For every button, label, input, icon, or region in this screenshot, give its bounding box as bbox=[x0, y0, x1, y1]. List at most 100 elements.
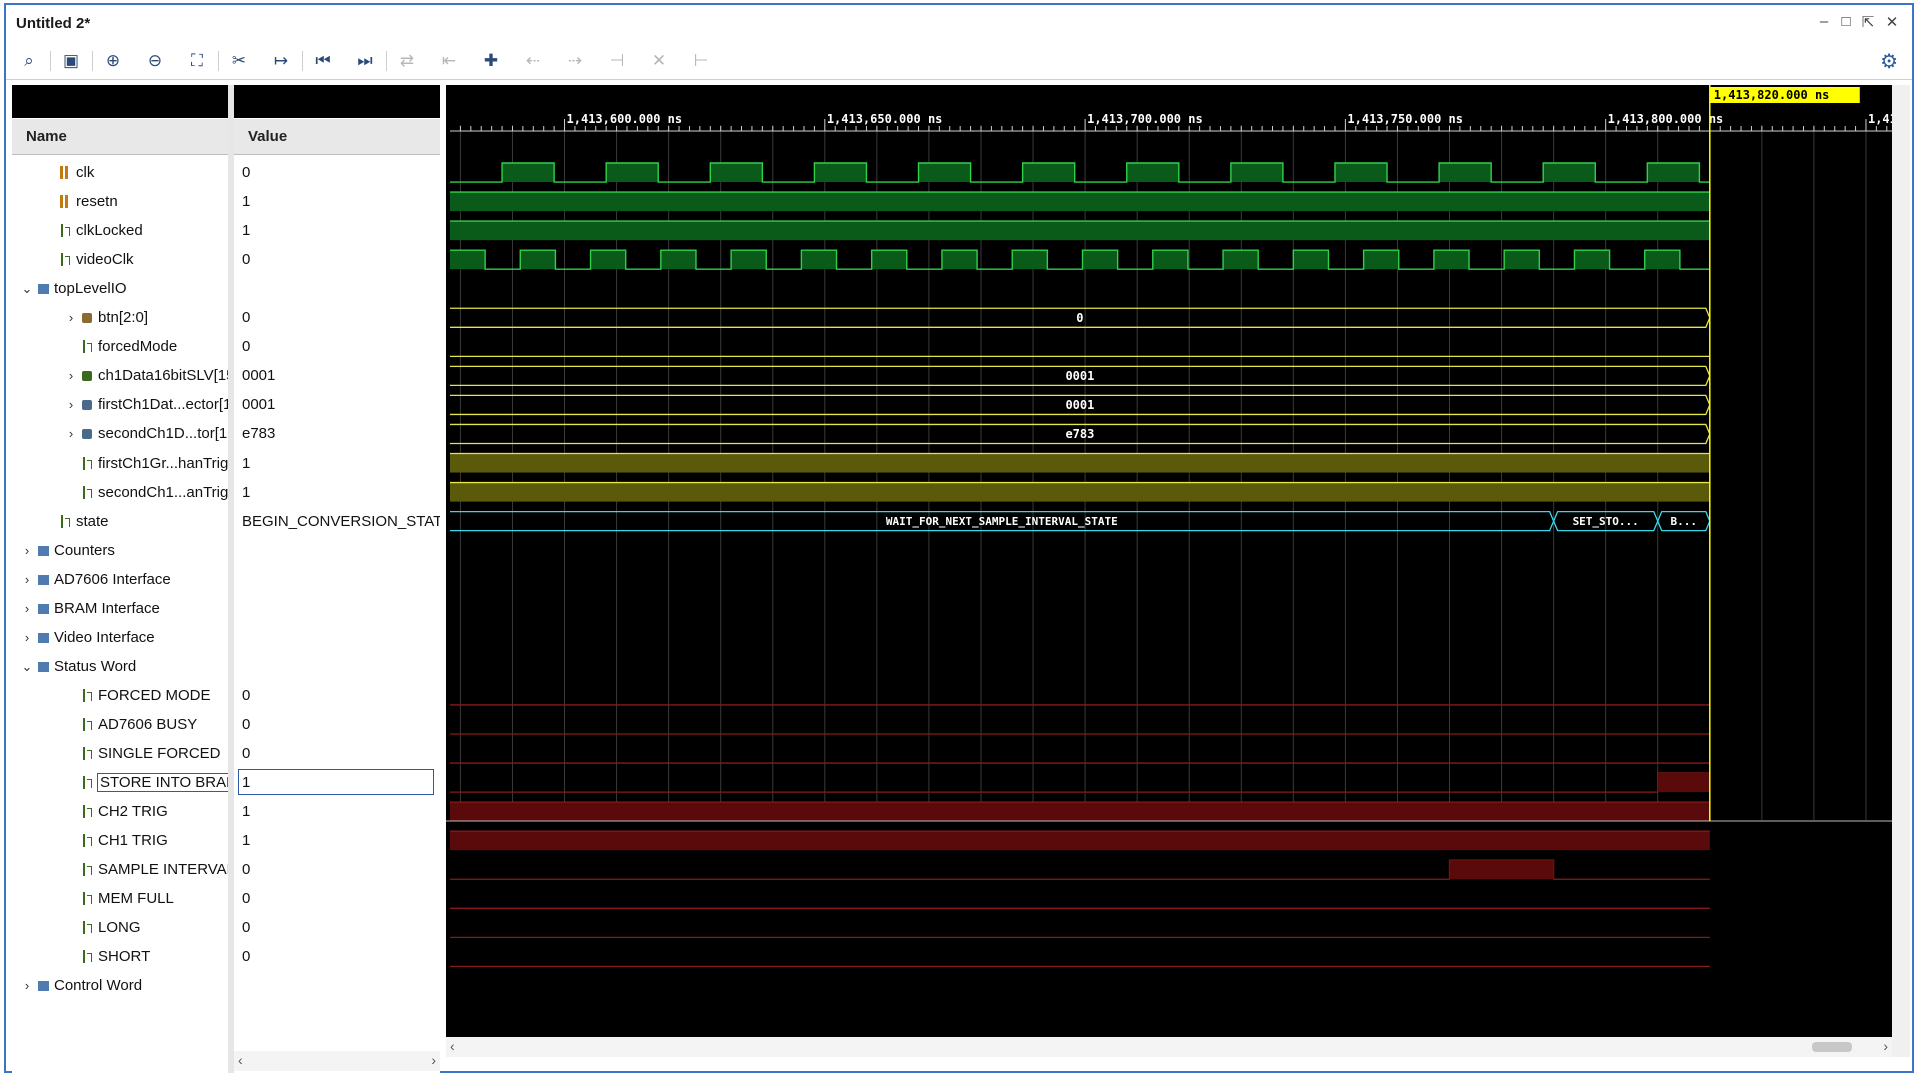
add-marker-icon[interactable]: ↦ bbox=[268, 49, 294, 73]
gear-icon[interactable]: ⚙ bbox=[1880, 49, 1898, 74]
scroll-right-icon[interactable]: › bbox=[431, 1052, 436, 1068]
chevron-right-icon[interactable]: › bbox=[20, 565, 34, 594]
signal-row[interactable]: state bbox=[12, 507, 228, 536]
save-icon[interactable]: ▣ bbox=[58, 49, 84, 73]
signal-value-row[interactable] bbox=[234, 594, 440, 623]
zoom-out-icon[interactable]: ⊖ bbox=[142, 49, 168, 73]
waveform-area[interactable]: 1,413,600.000 ns 1,413,650.000 ns 1,413,70… bbox=[446, 85, 1910, 1057]
signal-value-row[interactable]: 0 bbox=[234, 913, 440, 942]
scroll-right-icon[interactable]: › bbox=[1883, 1038, 1888, 1054]
signal-value-row[interactable] bbox=[234, 623, 440, 652]
close-button[interactable]: ✕ bbox=[1882, 13, 1902, 31]
add-marker2-icon[interactable]: ✚ bbox=[478, 49, 504, 73]
chevron-right-icon[interactable]: › bbox=[64, 361, 78, 390]
signal-row[interactable]: › secondCh1D...tor[15: bbox=[12, 419, 228, 448]
scroll-thumb[interactable] bbox=[1812, 1042, 1852, 1052]
signal-row[interactable]: CH2 TRIG bbox=[12, 797, 228, 826]
signal-row[interactable]: › ch1Data16bitSLV[15: bbox=[12, 361, 228, 390]
signal-row[interactable]: ⌄ topLevelIO bbox=[12, 274, 228, 303]
signal-row[interactable]: SHORT bbox=[12, 942, 228, 971]
signal-value-row[interactable] bbox=[234, 652, 440, 681]
signal-value-row[interactable]: 0 bbox=[234, 942, 440, 971]
float-button[interactable]: ⇱ bbox=[1858, 13, 1878, 31]
value-hscrollbar[interactable]: ‹ › bbox=[234, 1051, 440, 1071]
signal-row[interactable]: › Counters bbox=[12, 536, 228, 565]
signal-row[interactable]: LONG bbox=[12, 913, 228, 942]
waveform-canvas[interactable]: 1,413,600.000 ns 1,413,650.000 ns 1,413,70… bbox=[446, 85, 1892, 1057]
signal-value-row[interactable]: 0 bbox=[234, 681, 440, 710]
signal-row[interactable]: › firstCh1Dat...ector[15 bbox=[12, 390, 228, 419]
signal-row[interactable]: SINGLE FORCED bbox=[12, 739, 228, 768]
signal-row[interactable]: clk bbox=[12, 158, 228, 187]
signal-value-row[interactable]: 0 bbox=[234, 158, 440, 187]
signal-row[interactable]: CH1 TRIG bbox=[12, 826, 228, 855]
next-marker-icon[interactable]: ⇢ bbox=[562, 49, 588, 73]
signal-row[interactable]: › AD7606 Interface bbox=[12, 565, 228, 594]
signal-row[interactable]: › BRAM Interface bbox=[12, 594, 228, 623]
go-to-first-icon[interactable]: ⏮ bbox=[310, 49, 336, 73]
chevron-right-icon[interactable]: › bbox=[64, 419, 78, 448]
signal-value-row[interactable] bbox=[234, 971, 440, 1000]
signal-row[interactable]: secondCh1...anTrigge bbox=[12, 478, 228, 507]
signal-value-row[interactable]: BEGIN_CONVERSION_STATE bbox=[234, 507, 440, 536]
signal-row[interactable]: firstCh1Gr...hanTrigge bbox=[12, 449, 228, 478]
signal-value-row[interactable]: 0 bbox=[234, 884, 440, 913]
previous-marker-icon[interactable]: ⇠ bbox=[520, 49, 546, 73]
chevron-right-icon[interactable]: › bbox=[20, 971, 34, 1000]
go-to-cursor-icon[interactable]: ✂ bbox=[226, 49, 252, 73]
search-icon[interactable]: ⌕ bbox=[16, 49, 42, 73]
signal-value-row[interactable] bbox=[234, 565, 440, 594]
zoom-fit-icon[interactable]: ⛶ bbox=[184, 49, 210, 73]
signal-value-row[interactable]: 1 bbox=[234, 187, 440, 216]
chevron-down-icon[interactable]: ⌄ bbox=[20, 652, 34, 681]
signal-value-row[interactable]: 0 bbox=[234, 332, 440, 361]
signal-value-row[interactable]: 0001 bbox=[234, 361, 440, 390]
expand-icon[interactable]: ⊢ bbox=[688, 49, 714, 73]
chevron-down-icon[interactable]: ⌄ bbox=[20, 274, 34, 303]
signal-row[interactable]: videoClk bbox=[12, 245, 228, 274]
signal-value-row[interactable]: e783 bbox=[234, 419, 440, 448]
signal-row[interactable]: ⌄ Status Word bbox=[12, 652, 228, 681]
signal-value-row[interactable] bbox=[234, 536, 440, 565]
chevron-right-icon[interactable]: › bbox=[20, 623, 34, 652]
wave-vscrollbar[interactable] bbox=[1892, 85, 1910, 1057]
signal-row[interactable]: SAMPLE INTERVAL bbox=[12, 855, 228, 884]
signal-value-row[interactable]: 0 bbox=[234, 710, 440, 739]
signal-row[interactable]: MEM FULL bbox=[12, 884, 228, 913]
signal-value-row[interactable]: 1 bbox=[234, 826, 440, 855]
wave-hscrollbar[interactable]: ‹ › bbox=[446, 1037, 1892, 1057]
scroll-left-icon[interactable]: ‹ bbox=[450, 1038, 455, 1054]
signal-row[interactable]: forcedMode bbox=[12, 332, 228, 361]
signal-row[interactable]: › Video Interface bbox=[12, 623, 228, 652]
signal-row[interactable]: resetn bbox=[12, 187, 228, 216]
signal-value-row[interactable] bbox=[234, 274, 440, 303]
zoom-in-icon[interactable]: ⊕ bbox=[100, 49, 126, 73]
chevron-right-icon[interactable]: › bbox=[20, 536, 34, 565]
signal-value-row[interactable]: 0 bbox=[234, 739, 440, 768]
signal-value-row[interactable]: 1 bbox=[234, 478, 440, 507]
signal-value-row[interactable]: 1 bbox=[234, 768, 440, 797]
signal-value-row[interactable]: 0001 bbox=[234, 390, 440, 419]
value-column-header[interactable]: Value bbox=[234, 119, 440, 155]
signal-row[interactable]: FORCED MODE bbox=[12, 681, 228, 710]
snap-icon[interactable]: ⊣ bbox=[604, 49, 630, 73]
signal-value-row[interactable]: 0 bbox=[234, 245, 440, 274]
minimize-button[interactable]: – bbox=[1814, 13, 1834, 30]
signal-value-row[interactable]: 1 bbox=[234, 797, 440, 826]
delete-marker-icon[interactable]: ✕ bbox=[646, 49, 672, 73]
chevron-right-icon[interactable]: › bbox=[20, 594, 34, 623]
chevron-right-icon[interactable]: › bbox=[64, 303, 78, 332]
name-column-header[interactable]: Name bbox=[12, 119, 228, 155]
signal-row[interactable]: › btn[2:0] bbox=[12, 303, 228, 332]
signal-row[interactable]: STORE INTO BRAM bbox=[12, 768, 228, 797]
signal-value-row[interactable]: 0 bbox=[234, 303, 440, 332]
signal-value-row[interactable]: 1 bbox=[234, 449, 440, 478]
signal-row[interactable]: AD7606 BUSY bbox=[12, 710, 228, 739]
scroll-left-icon[interactable]: ‹ bbox=[238, 1052, 243, 1068]
signal-row[interactable]: clkLocked bbox=[12, 216, 228, 245]
signal-value-row[interactable]: 1 bbox=[234, 216, 440, 245]
previous-transition-icon[interactable]: ⇤ bbox=[436, 49, 462, 73]
signal-value-row[interactable]: 0 bbox=[234, 855, 440, 884]
restore-button[interactable]: □ bbox=[1836, 13, 1856, 30]
go-to-last-icon[interactable]: ⏭ bbox=[352, 49, 378, 73]
